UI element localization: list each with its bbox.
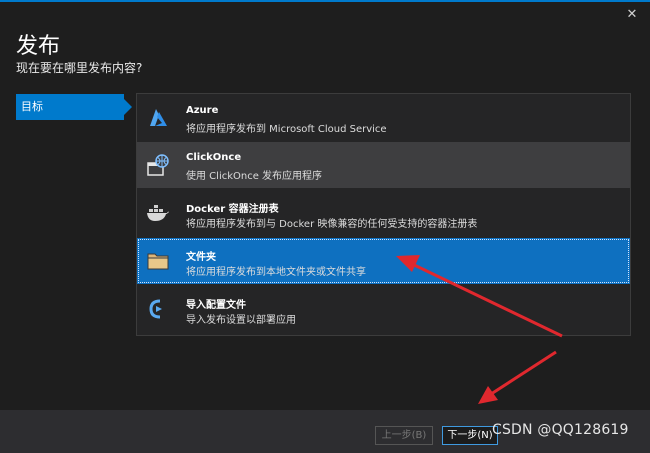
sidebar-item-target[interactable]: 目标: [16, 94, 132, 120]
next-button[interactable]: 下一步(N): [442, 426, 498, 445]
publish-target-list: Azure 将应用程序发布到 Microsoft Cloud Service C…: [136, 93, 631, 336]
folder-icon: [147, 253, 169, 270]
option-title: Docker 容器注册表: [186, 204, 279, 215]
arrow-to-next-head: [478, 386, 498, 404]
clickonce-icon: [147, 154, 169, 176]
option-description: 将应用程序发布到 Microsoft Cloud Service: [186, 124, 387, 135]
import-icon: [149, 299, 162, 319]
option-clickonce[interactable]: ClickOnce 使用 ClickOnce 发布应用程序: [137, 142, 630, 188]
dialog-subtitle: 现在要在哪里发布内容?: [16, 61, 143, 75]
window-top-accent: [0, 0, 650, 2]
docker-icon: [147, 205, 169, 221]
option-azure[interactable]: Azure 将应用程序发布到 Microsoft Cloud Service: [137, 95, 630, 141]
arrow-to-next-line: [487, 350, 557, 398]
previous-button[interactable]: 上一步(B): [375, 426, 433, 445]
option-description: 导入发布设置以部署应用: [186, 315, 296, 326]
option-title: 文件夹: [186, 252, 216, 263]
option-title: Azure: [186, 105, 219, 116]
option-description: 将应用程序发布到与 Docker 映像兼容的任何受支持的容器注册表: [186, 219, 478, 230]
option-description: 将应用程序发布到本地文件夹或文件共享: [186, 267, 366, 278]
option-docker[interactable]: Docker 容器注册表 将应用程序发布到与 Docker 映像兼容的任何受支持…: [137, 190, 630, 236]
option-folder[interactable]: 文件夹 将应用程序发布到本地文件夹或文件共享: [137, 238, 630, 284]
azure-icon: [150, 109, 167, 126]
sidebar: 目标: [16, 94, 132, 120]
option-description: 使用 ClickOnce 发布应用程序: [186, 171, 323, 182]
option-title: ClickOnce: [186, 152, 242, 163]
option-import-profile[interactable]: 导入配置文件 导入发布设置以部署应用: [137, 286, 630, 332]
option-title: 导入配置文件: [186, 300, 246, 311]
close-icon[interactable]: ✕: [624, 7, 640, 23]
dialog-title: 发布: [16, 34, 61, 59]
sidebar-item-label: 目标: [21, 100, 43, 113]
watermark-text: CSDN @QQ128619: [492, 422, 629, 438]
